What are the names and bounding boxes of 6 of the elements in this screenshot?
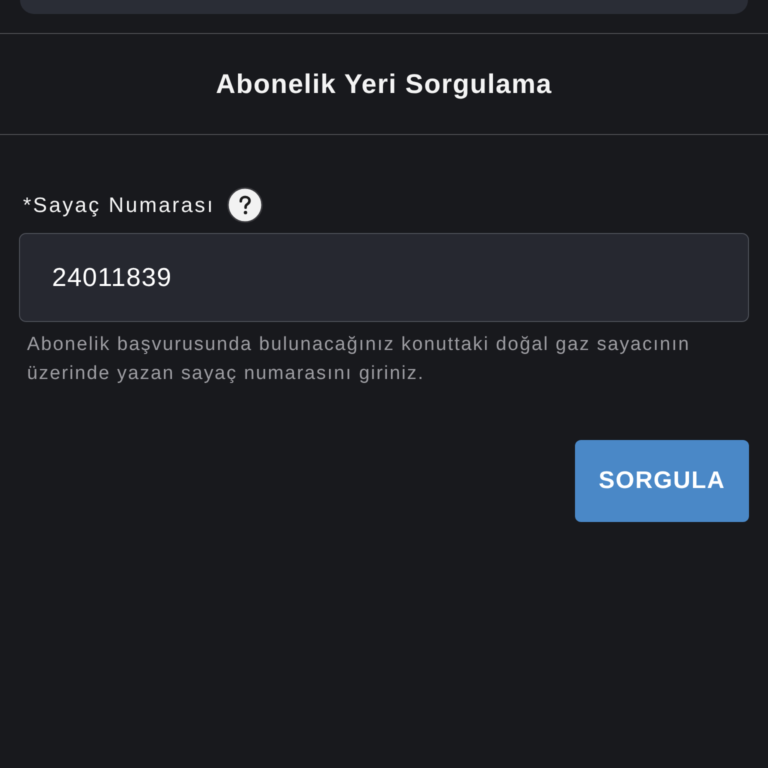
help-icon[interactable] <box>226 187 263 223</box>
meter-number-input[interactable]: 24011839 <box>19 233 749 322</box>
query-button[interactable]: SORGULA <box>575 440 749 522</box>
help-text: Abonelik başvurusunda bulunacağınız konuttaki doğal gaz sayacının üzerinde yazan sayaç numarasını giriniz. <box>26 333 692 386</box>
page-title: Abonelik Yeri Sorgulama <box>216 70 552 98</box>
field-label: *Sayaç Numarası <box>23 194 215 216</box>
